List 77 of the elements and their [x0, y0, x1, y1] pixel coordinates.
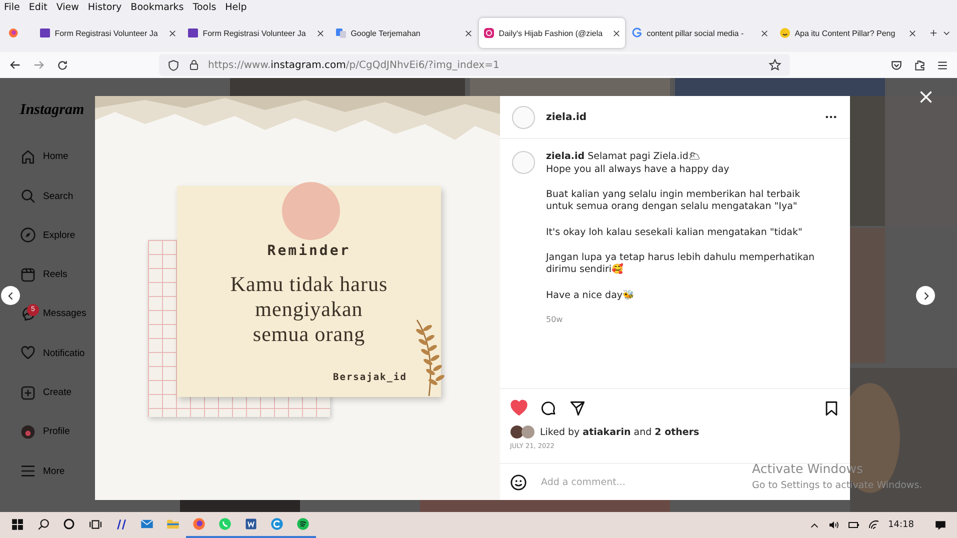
chevron-left-icon	[6, 290, 16, 300]
pocket-icon	[890, 58, 903, 72]
close-icon	[168, 28, 177, 38]
likes-text: Liked by atiakarin and 2 others	[540, 426, 700, 438]
spotify-icon	[296, 517, 310, 531]
close-icon	[464, 28, 473, 38]
compass-icon	[20, 227, 36, 244]
close-icon	[612, 28, 621, 38]
reload-icon	[56, 58, 69, 72]
heart-icon	[20, 345, 36, 362]
slashes-icon	[114, 518, 128, 530]
clock-time[interactable]: 14:18	[888, 520, 914, 530]
home-icon	[20, 148, 36, 165]
like-icon[interactable]	[510, 399, 528, 417]
post-age: 50w	[546, 314, 564, 324]
close-icon	[316, 28, 325, 38]
reels-icon	[20, 266, 36, 283]
browser-tab[interactable]: Form Registrasi Volunteer Ja	[182, 18, 329, 48]
lock-icon	[188, 59, 200, 71]
ring-icon	[63, 518, 75, 530]
shield-icon	[167, 58, 180, 72]
close-icon	[919, 90, 933, 104]
username[interactable]: ziela.id	[546, 112, 813, 122]
address-bar[interactable]: https://www.instagram.com/p/CgQdJNhvEi6/?img_index=1	[159, 54, 790, 76]
wifi-icon	[868, 519, 880, 531]
menu-icon	[20, 463, 36, 480]
emoji-icon	[510, 474, 527, 490]
translate-icon	[334, 27, 347, 39]
url-text: https://www.instagram.com/p/CgQdJNhvEi6/?img_index=1	[208, 60, 500, 70]
c-app-icon	[270, 517, 284, 531]
plus-square-icon	[20, 384, 36, 401]
close-icon	[760, 28, 769, 38]
firefox-icon	[192, 517, 206, 531]
menu-item[interactable]: View	[56, 2, 79, 12]
whatsapp-icon	[218, 517, 232, 531]
battery-icon	[848, 519, 860, 531]
menu-item[interactable]: Help	[225, 2, 247, 12]
task-view-icon	[88, 518, 102, 530]
browser-tab[interactable]: Google Terjemahan	[330, 18, 477, 48]
browser-tab[interactable]: content pillar social media -	[626, 18, 773, 48]
image-heading: Reminder	[266, 243, 352, 259]
share-icon	[569, 400, 586, 416]
menu-item[interactable]: Bookmarks	[130, 2, 184, 12]
speaker-icon	[828, 519, 840, 531]
bookmark-icon	[823, 400, 840, 416]
menu-item[interactable]: Tools	[192, 2, 216, 12]
firefox-icon	[8, 26, 19, 40]
form-icon	[38, 27, 51, 39]
word-icon	[244, 517, 258, 531]
browser-tab[interactable]: Form Registrasi Volunteer Ja	[34, 18, 181, 48]
windows-icon	[10, 518, 24, 530]
caption-text: ziela.id Selamat pagi Ziela.id🌥 Hope you all always have a happy day Buat kalian yang selalu ingin memberikan hal terbaik untuk semua orang dengan selalu mengatakan "Iya" It's okay loh kalau sesekali kalian mengatakan "tidak" Jangan lupa ya tetap harus lebih dahulu memperhatikan dirimu sendiri🥰 Have a nice day🐝	[546, 151, 816, 302]
signature-text: Bersajak_id	[333, 372, 407, 383]
menu-icon	[936, 58, 949, 72]
quote-text: Kamu tidak harus mengiyakan semua orang	[229, 272, 389, 347]
star-icon	[768, 58, 782, 72]
comment-field[interactable]: Add a comment...	[539, 476, 719, 488]
search-icon	[20, 188, 36, 204]
form-icon	[186, 27, 199, 39]
google-icon	[630, 27, 643, 39]
browser-tab[interactable]: Apa itu Content Pillar? Peng	[774, 18, 921, 48]
comment-icon	[540, 400, 557, 416]
notification-icon	[934, 518, 947, 532]
extensions-icon	[913, 58, 926, 72]
mail-icon	[140, 517, 154, 531]
search-icon	[36, 518, 50, 530]
close-icon	[908, 28, 917, 38]
plus-icon	[928, 27, 938, 39]
smiley-icon	[778, 27, 791, 39]
avatar-icon	[20, 424, 36, 440]
menu-item[interactable]: File	[4, 2, 20, 12]
instagram-icon	[482, 27, 495, 39]
folder-icon	[166, 517, 180, 531]
browser-tab[interactable]: Daily's Hijab Fashion (@ziela	[478, 18, 625, 48]
menu-item[interactable]: Edit	[28, 2, 48, 12]
liker-avatars-icon	[510, 425, 536, 439]
menu-item[interactable]: History	[88, 2, 122, 12]
